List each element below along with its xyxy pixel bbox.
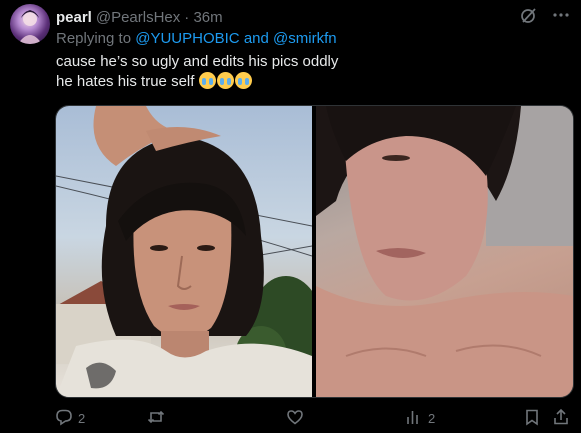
tweet-line-2: he hates his true self (56, 72, 556, 92)
repost-button[interactable] (147, 408, 170, 428)
tweet-line: cause he’s so ugly and edits his pics od… (56, 53, 339, 70)
loudly-crying-face-emoji (234, 72, 252, 89)
replying-to: Replying to @YUUPHOBIC and @smirkfn (56, 30, 337, 47)
bookmark-button[interactable] (523, 408, 541, 428)
tweet-line: he hates his true self (56, 73, 195, 90)
tweet-text: cause he’s so ugly and edits his pics od… (56, 52, 556, 92)
avatar[interactable] (10, 4, 50, 44)
tweet-actions: 2 2 (55, 408, 572, 428)
reply-count: 2 (78, 410, 86, 426)
reply-icon (55, 408, 73, 429)
reply-button[interactable]: 2 (55, 408, 85, 428)
photo-closeup[interactable] (316, 106, 573, 397)
author-handle[interactable]: @PearlsHex (96, 9, 180, 26)
repost-icon (147, 408, 165, 429)
tweet-time[interactable]: · 36m (184, 9, 222, 26)
more-icon[interactable] (551, 5, 571, 25)
like-button[interactable] (286, 408, 309, 428)
mention-conjunction: and (243, 30, 269, 47)
views-icon (405, 408, 423, 429)
photo-selfie[interactable] (56, 106, 312, 397)
loudly-crying-face-emoji (216, 72, 234, 89)
like-icon (286, 408, 304, 429)
loudly-crying-face-emoji (198, 72, 216, 89)
share-button[interactable] (552, 408, 570, 428)
tweet-media (55, 105, 574, 398)
author-name[interactable]: pearl (56, 9, 92, 26)
mention-link[interactable]: @YUUPHOBIC (135, 30, 239, 47)
bookmark-icon (523, 408, 541, 429)
views-count: 2 (428, 410, 436, 426)
share-icon (552, 408, 570, 429)
mention-link[interactable]: @smirkfn (273, 30, 337, 47)
replying-to-label: Replying to (56, 30, 132, 47)
tweet-header: pearl @PearlsHex · 36m (56, 7, 223, 27)
views-button[interactable]: 2 (405, 408, 435, 428)
grok-icon[interactable] (519, 5, 539, 25)
tweet-top-actions (519, 5, 571, 25)
